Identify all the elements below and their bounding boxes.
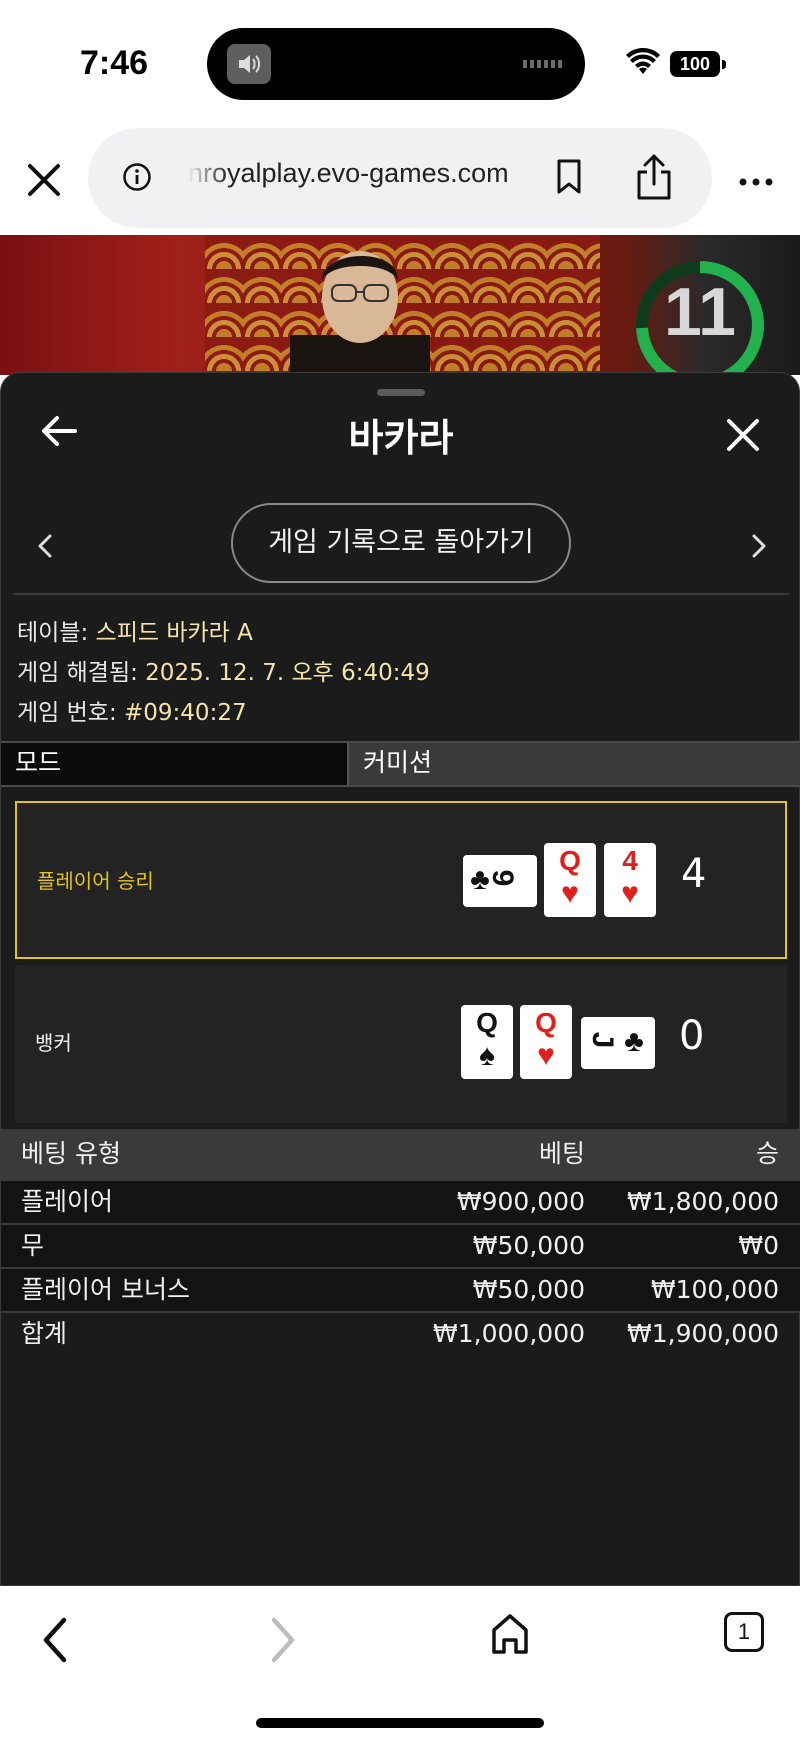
game-detail-panel: 바카라 게임 기록으로 돌아가기 테이블: 스피드 바카라 A 게임 해결됨: … — [0, 372, 800, 1586]
resolved-value: 2025. 12. 7. 오후 6:40:49 — [145, 660, 430, 686]
back-icon[interactable] — [40, 1616, 70, 1668]
table-info: 테이블: 스피드 바카라 A — [17, 613, 253, 647]
total-win: ₩1,900,000 — [627, 1319, 779, 1348]
tabs-icon[interactable]: 1 — [724, 1612, 764, 1652]
battery-indicator: 100 — [670, 51, 726, 77]
game-number-label: 게임 번호: — [17, 700, 125, 726]
forward-icon[interactable] — [268, 1616, 298, 1668]
wifi-icon — [626, 47, 660, 80]
tab-commission[interactable]: 커미션 — [347, 743, 800, 785]
player-hand: 플레이어 승리 ♣ 9 Q ♥ 4 ♥ 4 — [15, 801, 787, 959]
player-result-label: 플레이어 승리 — [37, 869, 154, 893]
home-indicator[interactable] — [256, 1718, 544, 1728]
info-icon[interactable] — [122, 162, 152, 196]
close-icon[interactable] — [723, 415, 763, 459]
card-rank: J — [586, 1031, 619, 1049]
card-rank: Q — [559, 845, 581, 876]
table-value: 스피드 바카라 A — [95, 620, 253, 646]
previous-game-chevron-icon[interactable] — [35, 531, 55, 565]
speaker-icon — [227, 44, 271, 84]
resolved-label: 게임 해결됨: — [17, 660, 146, 686]
bet-type: 플레이어 — [21, 1187, 114, 1216]
card-rank: 9 — [486, 869, 519, 887]
total-bet: ₩1,000,000 — [433, 1319, 585, 1348]
column-header-bet: 베팅 — [538, 1139, 585, 1168]
card-rank: 4 — [622, 845, 638, 876]
dynamic-island — [207, 28, 585, 100]
live-video: 11 — [0, 235, 800, 375]
column-header-type: 베팅 유형 — [21, 1139, 121, 1168]
playing-card: ♣ 9 — [463, 855, 537, 907]
countdown-value: 11 — [664, 274, 736, 350]
clock: 7:46 — [80, 44, 149, 82]
browser-toolbar: 1 — [0, 1586, 800, 1740]
playing-card: J ♣ — [581, 1017, 655, 1069]
win-amount: ₩100,000 — [650, 1275, 779, 1304]
table-label: 테이블: — [17, 620, 96, 646]
playing-card: Q ♥ — [544, 843, 596, 917]
banker-hand: 뱅커 Q ♠ Q ♥ J ♣ 0 — [15, 965, 787, 1123]
table-row: 플레이어 ₩900,000 ₩1,800,000 — [1, 1181, 800, 1225]
total-row: 합계 ₩1,000,000 ₩1,900,000 — [1, 1313, 800, 1357]
player-score: 4 — [681, 851, 707, 897]
share-icon[interactable] — [634, 152, 674, 206]
win-amount: ₩0 — [738, 1231, 779, 1260]
dealer-image — [290, 251, 430, 375]
bet-amount: ₩50,000 — [472, 1231, 585, 1260]
bookmark-icon[interactable] — [554, 158, 584, 200]
game-number-value: #09:40:27 — [124, 700, 247, 726]
return-to-history-button[interactable]: 게임 기록으로 돌아가기 — [231, 503, 571, 583]
table-row: 무 ₩50,000 ₩0 — [1, 1225, 800, 1269]
total-label: 합계 — [21, 1319, 68, 1348]
drag-handle[interactable] — [377, 389, 425, 396]
playing-card: Q ♠ — [461, 1005, 513, 1079]
bet-type: 무 — [21, 1231, 45, 1260]
heart-icon: ♥ — [537, 1039, 555, 1072]
more-icon[interactable] — [738, 172, 774, 191]
panel-title: 바카라 — [348, 416, 454, 460]
mode-tabs: 모드 커미션 — [1, 741, 800, 787]
spade-icon: ♠ — [479, 1039, 495, 1072]
address-field[interactable]: nroyalplay.evo-games.com — [88, 128, 712, 228]
table-row: 플레이어 보너스 ₩50,000 ₩100,000 — [1, 1269, 800, 1313]
banker-score: 0 — [679, 1013, 705, 1059]
bet-amount: ₩900,000 — [456, 1187, 585, 1216]
playing-card: 4 ♥ — [604, 843, 656, 917]
tab-mode[interactable]: 모드 — [1, 743, 347, 785]
card-rank: Q — [535, 1007, 557, 1038]
playing-card: Q ♥ — [520, 1005, 572, 1079]
next-game-chevron-icon[interactable] — [749, 531, 769, 565]
close-icon[interactable] — [22, 158, 66, 202]
club-icon: ♣ — [624, 1025, 644, 1058]
table-header: 베팅 유형 베팅 승 — [1, 1129, 800, 1181]
win-amount: ₩1,800,000 — [627, 1187, 779, 1216]
activity-dots — [523, 60, 563, 68]
bet-amount: ₩50,000 — [472, 1275, 585, 1304]
heart-icon: ♥ — [621, 877, 639, 910]
column-header-win: 승 — [755, 1139, 779, 1168]
card-rank: Q — [476, 1007, 498, 1038]
banker-label: 뱅커 — [35, 1031, 72, 1055]
game-number-info: 게임 번호: #09:40:27 — [17, 693, 247, 727]
status-bar: 7:46 100 — [0, 0, 800, 120]
home-icon[interactable] — [490, 1612, 530, 1660]
divider — [13, 593, 789, 595]
bets-table: 베팅 유형 베팅 승 플레이어 ₩900,000 ₩1,800,000 무 ₩5… — [1, 1129, 800, 1357]
browser-url-bar: nroyalplay.evo-games.com — [0, 120, 800, 235]
heart-icon: ♥ — [561, 877, 579, 910]
bet-type: 플레이어 보너스 — [21, 1275, 190, 1304]
resolved-info: 게임 해결됨: 2025. 12. 7. 오후 6:40:49 — [17, 653, 430, 687]
